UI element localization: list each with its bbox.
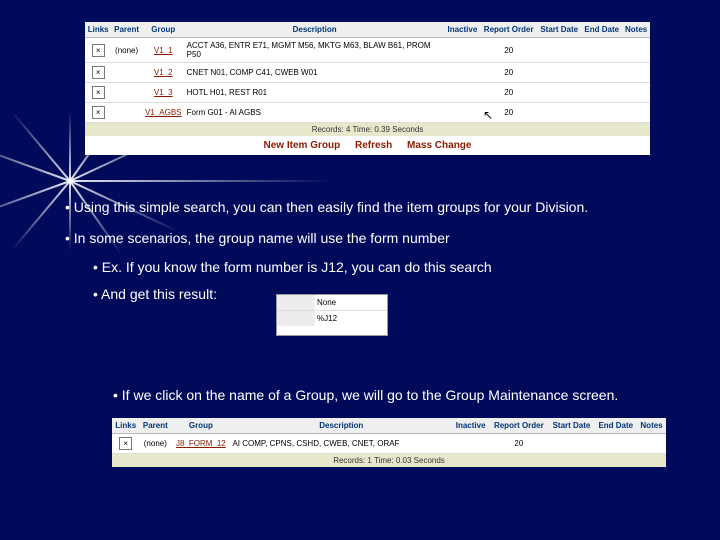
table-row: × (none) V1_1 ACCT A36, ENTR E71, MGMT M… [85, 38, 650, 63]
group-link[interactable]: V1_2 [154, 68, 173, 77]
th-inactive: Inactive [445, 22, 481, 38]
th-inactive: Inactive [452, 418, 489, 434]
table-row: × V1_2 CNET N01, COMP C41, CWEB W01 20 [85, 63, 650, 83]
th-notes: Notes [637, 418, 666, 434]
group-link[interactable]: V1_1 [154, 46, 173, 55]
refresh-link[interactable]: Refresh [355, 140, 392, 151]
th-links: Links [112, 418, 139, 434]
bullet-5: • If we click on the name of a Group, we… [65, 386, 665, 405]
delete-icon[interactable]: × [119, 437, 132, 450]
group-link[interactable]: V1_3 [154, 88, 173, 97]
mass-change-link[interactable]: Mass Change [407, 140, 471, 151]
mini-label-1 [277, 295, 315, 310]
th-links: Links [85, 22, 111, 38]
th-description: Description [185, 22, 445, 38]
mini-value-1: None [315, 295, 387, 310]
results-table-2: Links Parent Group Description Inactive … [112, 418, 666, 454]
th-report-order: Report Order [480, 22, 537, 38]
delete-icon[interactable]: × [92, 86, 105, 99]
mini-value-2: %J12 [315, 311, 387, 326]
bullet-2: • In some scenarios, the group name will… [65, 229, 665, 248]
th-end-date: End Date [594, 418, 637, 434]
th-parent: Parent [111, 22, 142, 38]
mouse-cursor-icon: ↖ [483, 108, 493, 122]
mini-label-2 [277, 311, 315, 326]
table-row: × V1_AGBS Form G01 - AI AGBS 20 [85, 103, 650, 123]
th-start-date: Start Date [537, 22, 581, 38]
results-table-1: Links Parent Group Description Inactive … [85, 22, 650, 123]
th-report-order: Report Order [489, 418, 548, 434]
results-table-screenshot-1: ↖ Links Parent Group Description Inactiv… [85, 22, 650, 155]
th-group: Group [142, 22, 185, 38]
record-count-2: Records: 1 Time: 0.03 Seconds [112, 454, 666, 467]
th-end-date: End Date [581, 22, 622, 38]
record-count: Records: 4 Time: 0.39 Seconds [85, 123, 650, 136]
new-item-group-link[interactable]: New Item Group [264, 140, 341, 151]
delete-icon[interactable]: × [92, 66, 105, 79]
delete-icon[interactable]: × [92, 106, 105, 119]
th-group: Group [171, 418, 230, 434]
bullet-3: • Ex. If you know the form number is J12… [65, 258, 665, 277]
search-input-screenshot: None %J12 [276, 294, 388, 336]
th-start-date: Start Date [548, 418, 594, 434]
table-row: × V1_3 HOTL H01, REST R01 20 [85, 83, 650, 103]
th-parent: Parent [139, 418, 171, 434]
results-table-screenshot-2: Links Parent Group Description Inactive … [112, 418, 666, 467]
th-notes: Notes [622, 22, 650, 38]
th-description: Description [230, 418, 452, 434]
group-link[interactable]: J8_FORM_12 [176, 439, 226, 448]
bullet-1: • Using this simple search, you can then… [65, 198, 665, 217]
table-actions: New Item Group Refresh Mass Change [85, 136, 650, 155]
delete-icon[interactable]: × [92, 44, 105, 57]
group-link[interactable]: V1_AGBS [145, 108, 181, 117]
table-row: × (none) J8_FORM_12 AI COMP, CPNS, CSHD,… [112, 434, 666, 454]
